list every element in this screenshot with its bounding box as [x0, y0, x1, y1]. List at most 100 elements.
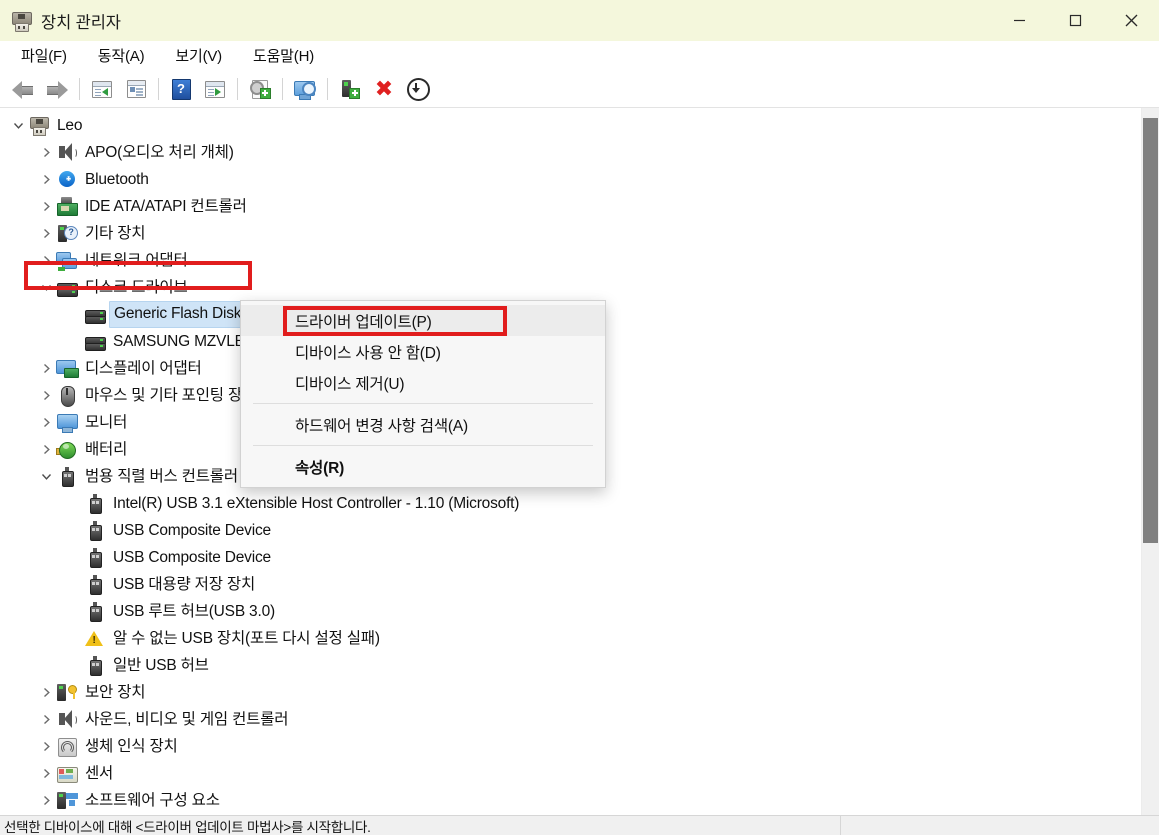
chevron-down-icon[interactable] — [36, 467, 56, 487]
toolbar-scan-hardware-button[interactable] — [290, 74, 320, 104]
tree-item[interactable]: 디스크 드라이브 — [0, 274, 1141, 301]
monitor-icon — [56, 413, 78, 433]
title-bar-left: 장치 관리자 — [0, 9, 121, 33]
battery-icon — [56, 440, 78, 460]
window-controls — [991, 0, 1159, 41]
close-button[interactable] — [1103, 0, 1159, 41]
usb-icon — [84, 493, 106, 514]
vertical-scrollbar[interactable] — [1141, 108, 1159, 815]
tree-item-label: 사운드, 비디오 및 게임 컨트롤러 — [85, 710, 289, 728]
menu-action[interactable]: 동작(A) — [88, 42, 157, 70]
tree-item[interactable]: IDE ATA/ATAPI 컨트롤러 — [0, 193, 1141, 220]
tree-item-label: 모니터 — [85, 413, 128, 431]
ctx-uninstall-device[interactable]: 디바이스 제거(U) — [241, 367, 605, 398]
toolbar-expand-button[interactable] — [200, 74, 230, 104]
other-device-icon: ? — [56, 224, 78, 244]
tree-item[interactable]: USB Composite Device — [0, 517, 1141, 544]
toolbar-help-button[interactable]: ? — [166, 74, 196, 104]
ctx-properties[interactable]: 속성(R) — [241, 451, 605, 482]
toolbar-separator — [79, 78, 80, 100]
tree-item[interactable]: 사운드, 비디오 및 게임 컨트롤러 — [0, 706, 1141, 733]
warning-usb-icon: ! — [84, 629, 106, 649]
chevron-right-icon[interactable] — [36, 197, 56, 217]
toolbar-enable-device-button[interactable] — [335, 74, 365, 104]
status-text: 선택한 디바이스에 대해 <드라이버 업데이트 마법사>를 시작합니다. — [4, 819, 371, 835]
scrollbar-thumb[interactable] — [1143, 118, 1158, 543]
biometric-icon — [56, 737, 78, 757]
uninstall-device-icon: ✖ — [374, 76, 394, 101]
device-manager-window: 장치 관리자 파일(F) 동작(A) 보기(V) 도움말(H) ? ✖ Leo … — [0, 0, 1159, 835]
toolbar-separator — [327, 78, 328, 100]
toolbar-properties-button[interactable] — [121, 74, 151, 104]
chevron-right-icon[interactable] — [36, 359, 56, 379]
content-area: Leo APO(오디오 처리 개체) ᛭ Bluetooth IDE ATA/ATAPI… — [0, 108, 1159, 815]
toolbar-forward-button[interactable] — [42, 74, 72, 104]
toolbar-collapse-button[interactable] — [87, 74, 117, 104]
tree-item[interactable]: 소프트웨어 구성 요소 — [0, 787, 1141, 814]
chevron-right-icon[interactable] — [36, 386, 56, 406]
chevron-right-icon[interactable] — [36, 440, 56, 460]
security-device-icon — [56, 683, 78, 703]
tree-item[interactable]: Intel(R) USB 3.1 eXtensible Host Control… — [0, 490, 1141, 517]
tree-item[interactable]: USB Composite Device — [0, 544, 1141, 571]
tree-item[interactable]: APO(오디오 처리 개체) — [0, 139, 1141, 166]
speaker-icon — [56, 709, 78, 730]
tree-item-label: 소프트웨어 구성 요소 — [85, 791, 220, 809]
tree-item[interactable]: ! 알 수 없는 USB 장치(포트 다시 설정 실패) — [0, 625, 1141, 652]
computer-icon — [28, 116, 50, 136]
chevron-right-icon[interactable] — [36, 170, 56, 190]
toolbar-disable-device-button[interactable] — [403, 74, 433, 104]
menu-view[interactable]: 보기(V) — [165, 42, 234, 70]
tree-item-label: 일반 USB 허브 — [113, 656, 209, 674]
context-menu-separator — [253, 445, 593, 446]
ctx-disable-device[interactable]: 디바이스 사용 안 함(D) — [241, 336, 605, 367]
tree-item[interactable]: 생체 인식 장치 — [0, 733, 1141, 760]
tree-item[interactable]: 네트워크 어댑터 — [0, 247, 1141, 274]
tree-item-label: 생체 인식 장치 — [85, 737, 178, 755]
ctx-update-driver[interactable]: 드라이버 업데이트(P) — [241, 305, 605, 336]
toolbar-update-driver-button[interactable] — [245, 74, 275, 104]
tree-item-label: APO(오디오 처리 개체) — [85, 143, 234, 161]
chevron-right-icon[interactable] — [36, 791, 56, 811]
chevron-right-icon[interactable] — [36, 413, 56, 433]
tree-item[interactable]: USB 루트 허브(USB 3.0) — [0, 598, 1141, 625]
window-title: 장치 관리자 — [41, 13, 121, 32]
tree-item-label: USB Composite Device — [113, 548, 271, 566]
chevron-right-icon[interactable] — [36, 683, 56, 703]
menu-file[interactable]: 파일(F) — [11, 42, 79, 70]
context-menu[interactable]: 드라이버 업데이트(P) 디바이스 사용 안 함(D) 디바이스 제거(U) 하드웨어… — [240, 300, 606, 488]
tree-item[interactable]: USB 대용량 저장 장치 — [0, 571, 1141, 598]
tree-item[interactable]: 보안 장치 — [0, 679, 1141, 706]
maximize-button[interactable] — [1047, 0, 1103, 41]
display-adapter-icon — [56, 359, 79, 379]
chevron-right-icon[interactable] — [36, 710, 56, 730]
tree-item[interactable]: ? 기타 장치 — [0, 220, 1141, 247]
tree-item[interactable]: 센서 — [0, 760, 1141, 787]
usb-icon — [84, 520, 106, 541]
chevron-right-icon[interactable] — [36, 737, 56, 757]
chevron-down-icon[interactable] — [36, 278, 56, 298]
chevron-right-icon[interactable] — [36, 224, 56, 244]
tree-item[interactable]: ᛭ Bluetooth — [0, 166, 1141, 193]
software-component-icon — [56, 791, 78, 811]
title-bar: 장치 관리자 — [0, 0, 1159, 41]
context-menu-item-label: 속성(R) — [295, 459, 345, 477]
ctx-scan-hardware[interactable]: 하드웨어 변경 사항 검색(A) — [241, 409, 605, 440]
menu-help[interactable]: 도움말(H) — [243, 42, 326, 70]
tree-item-label: IDE ATA/ATAPI 컨트롤러 — [85, 197, 247, 215]
chevron-right-icon[interactable] — [36, 143, 56, 163]
context-menu-item-label: 드라이버 업데이트(P) — [295, 313, 432, 331]
tree-item[interactable]: 일반 USB 허브 — [0, 652, 1141, 679]
context-menu-item-label: 디바이스 제거(U) — [295, 375, 405, 393]
tree-item-label: 보안 장치 — [85, 683, 146, 701]
toolbar-separator — [237, 78, 238, 100]
chevron-right-icon[interactable] — [36, 251, 56, 271]
chevron-right-icon[interactable] — [36, 764, 56, 784]
minimize-button[interactable] — [991, 0, 1047, 41]
tree-item[interactable]: Leo — [0, 112, 1141, 139]
toolbar-back-button[interactable] — [8, 74, 38, 104]
chevron-down-icon[interactable] — [8, 116, 28, 136]
disk-drive-icon — [84, 332, 106, 352]
toolbar-uninstall-device-button[interactable]: ✖ — [369, 74, 399, 104]
disk-drive-icon — [56, 278, 78, 298]
